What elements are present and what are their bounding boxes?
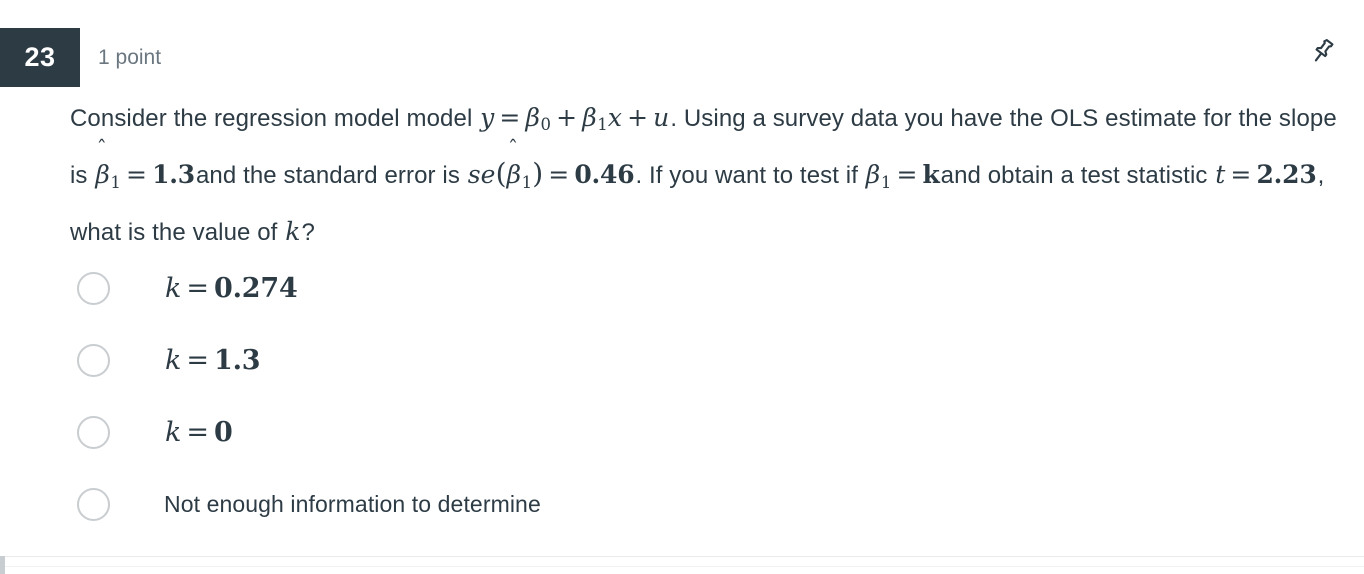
prompt-question-mark: ?: [301, 218, 315, 246]
card-bottom-divider: [5, 556, 1364, 557]
math-beta1-hat-wrap: ˆβ: [95, 138, 110, 199]
math-t-value: 2.23: [1256, 160, 1317, 190]
math-slope-value: 1.3: [152, 160, 195, 190]
math-option-3-lhs: k: [165, 416, 182, 448]
math-option-2: k = 1.3: [164, 345, 261, 376]
question-points-label: 1 point: [98, 45, 162, 69]
radio-button-option-4[interactable]: [77, 487, 110, 521]
math-t: t: [1215, 160, 1226, 190]
math-option-2-equals: =: [186, 344, 209, 376]
radio-button-option-2[interactable]: [77, 343, 110, 377]
math-x: x: [607, 103, 623, 132]
math-k-2: k: [285, 216, 301, 246]
math-equals-1: =: [499, 103, 521, 132]
math-beta1-hat-wrap-2: ˆβ: [506, 138, 522, 199]
math-beta1-b: β: [95, 160, 110, 190]
prompt-fragment-1: Consider the regression model model: [70, 105, 473, 132]
answer-options-list: k = 0.274 k = 1.3 k = 0 Not enough information…: [70, 252, 1270, 540]
math-beta0: β: [525, 103, 541, 132]
math-beta1-a: β: [582, 103, 597, 132]
math-k-1: k: [922, 160, 940, 190]
math-option-1-value: 0.274: [214, 272, 298, 304]
math-hat-1: ˆ: [96, 135, 107, 160]
math-equals-2: =: [126, 160, 148, 190]
answer-option-3[interactable]: k = 0: [70, 396, 1270, 468]
math-se-label: se: [467, 160, 496, 190]
math-y: y: [480, 103, 495, 132]
math-t-statistic: t = 2.23: [1214, 160, 1317, 189]
math-option-1: k = 0.274: [164, 273, 299, 304]
question-prompt-text: Consider the regression model model y = β0…: [70, 93, 1352, 257]
math-option-2-value: 1.3: [214, 344, 261, 376]
question-header: 23 1 point: [0, 28, 1364, 88]
math-paren-close: ): [532, 157, 544, 191]
prompt-fragment-6: want to test if: [715, 162, 858, 190]
answer-option-2[interactable]: k = 1.3: [70, 324, 1270, 396]
math-option-2-lhs: k: [165, 344, 182, 376]
radio-button-option-3[interactable]: [77, 415, 110, 449]
prompt-fragment-7: and obtain a test statistic: [940, 162, 1208, 190]
math-se-value: 0.46: [574, 160, 635, 190]
card-bottom-divider-secondary: [5, 566, 1364, 567]
math-option-1-equals: =: [186, 272, 209, 304]
math-beta1-d-sub: 1: [880, 172, 892, 192]
prompt-fragment-2: . Using a survey data you have the: [670, 105, 1044, 132]
prompt-fragment-5: . If you: [635, 162, 709, 190]
math-option-3-equals: =: [186, 416, 209, 448]
math-standard-error: se(ˆ β1) = 0.46: [467, 138, 636, 192]
math-option-3: k = 0: [164, 417, 234, 448]
math-equals-4: =: [896, 160, 918, 190]
question-number-badge: 23: [0, 28, 80, 87]
answer-option-4-label: Not enough information to determine: [164, 490, 541, 517]
math-plus-2: +: [627, 103, 649, 132]
math-null-hypothesis: β1 = k: [865, 160, 941, 192]
question-prompt: Consider the regression model model y = β0…: [70, 93, 1352, 257]
math-beta0-sub: 0: [540, 115, 552, 135]
math-beta1-c: β: [506, 160, 522, 190]
math-beta1-b-sub: 1: [110, 172, 121, 192]
answer-option-1-label: k = 0.274: [164, 273, 299, 304]
answer-option-1[interactable]: k = 0.274: [70, 252, 1270, 324]
answer-option-2-label: k = 1.3: [164, 345, 261, 376]
math-beta1-c-sub: 1: [521, 172, 533, 192]
math-option-3-value: 0: [214, 416, 233, 448]
push-pin-icon: [1308, 36, 1338, 66]
quiz-question-card: 23 1 point Consider the regression model…: [0, 0, 1364, 556]
math-u: u: [653, 103, 670, 132]
math-hat-2: ˆ: [507, 135, 519, 160]
math-equals-5: =: [1230, 160, 1252, 190]
math-equals-3: =: [548, 160, 570, 190]
math-option-1-lhs: k: [165, 272, 182, 304]
math-model-equation: y = β0 + β1x + u: [479, 103, 670, 135]
math-plus-1: +: [556, 103, 578, 132]
answer-option-4[interactable]: Not enough information to determine: [70, 468, 1270, 540]
radio-button-option-1[interactable]: [77, 271, 110, 305]
math-beta1-d: β: [865, 160, 881, 190]
math-beta1-a-sub: 1: [597, 115, 608, 135]
flag-question-button[interactable]: [1300, 28, 1346, 74]
answer-option-3-label: k = 0: [164, 417, 234, 448]
math-slope-estimate: ˆ β1 = 1.3: [94, 138, 196, 192]
math-paren-open: (: [495, 157, 507, 191]
prompt-fragment-4: and the standard error is: [195, 162, 460, 190]
